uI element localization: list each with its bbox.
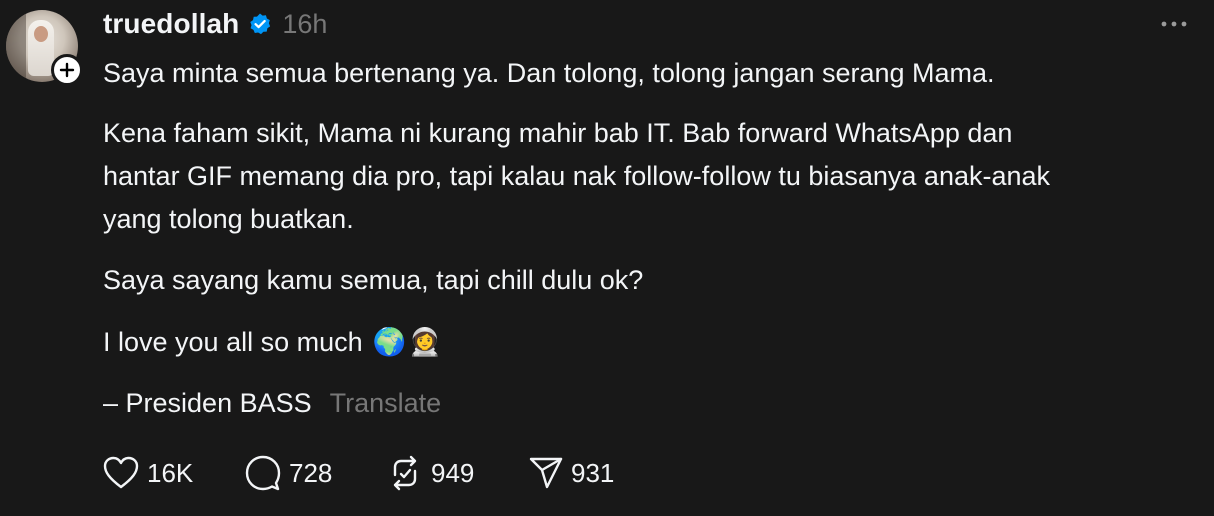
post-text-line: Saya sayang kamu semua, tapi chill dulu … xyxy=(103,265,644,295)
post-text: I love you all so much xyxy=(103,327,363,357)
action-bar: 16K 728 949 931 xyxy=(103,452,649,494)
post-header: truedollah 16h xyxy=(103,6,327,42)
verified-badge-icon xyxy=(250,13,271,35)
post-signature-line: – Presiden BASS Translate xyxy=(103,382,1193,425)
share-count: 931 xyxy=(571,457,615,488)
repost-icon xyxy=(393,455,417,491)
username[interactable]: truedollah xyxy=(103,8,239,40)
follow-button[interactable] xyxy=(51,54,83,86)
post-text-line: Saya minta semua bertenang ya. Dan tolon… xyxy=(103,58,995,88)
translate-link[interactable]: Translate xyxy=(330,382,442,425)
heart-icon xyxy=(103,456,139,489)
post-text-line: Kena faham sikit, Mama ni kurang mahir b… xyxy=(103,118,1013,148)
share-button[interactable]: 931 xyxy=(529,452,649,494)
reply-count: 728 xyxy=(289,457,333,488)
avatar-container xyxy=(6,10,83,86)
post-signature: – Presiden BASS xyxy=(103,388,312,418)
repost-count: 949 xyxy=(431,457,475,488)
more-icon xyxy=(1161,21,1187,27)
more-options-button[interactable] xyxy=(1154,10,1194,38)
post-text-line: yang tolong buatkan. xyxy=(103,204,354,234)
thread-post: truedollah 16h Saya minta semua bertenan… xyxy=(0,0,1214,516)
post-timestamp: 16h xyxy=(282,8,328,39)
repost-button[interactable]: 949 xyxy=(387,452,529,494)
comment-icon xyxy=(245,455,281,491)
emoji-group: 🌍 👩‍🚀 xyxy=(373,321,442,364)
share-icon xyxy=(529,457,563,489)
like-button[interactable]: 16K xyxy=(103,452,245,494)
like-count: 16K xyxy=(147,457,194,488)
reply-button[interactable]: 728 xyxy=(245,452,387,494)
post-text-line-with-emoji: I love you all so much 🌍 👩‍🚀 xyxy=(103,321,1193,364)
post-text-line: hantar GIF memang dia pro, tapi kalau na… xyxy=(103,161,1051,191)
globe-emoji: 🌍 xyxy=(372,327,407,357)
astronaut-emoji: 👩‍🚀 xyxy=(408,327,442,357)
follow-plus-icon xyxy=(59,62,75,78)
